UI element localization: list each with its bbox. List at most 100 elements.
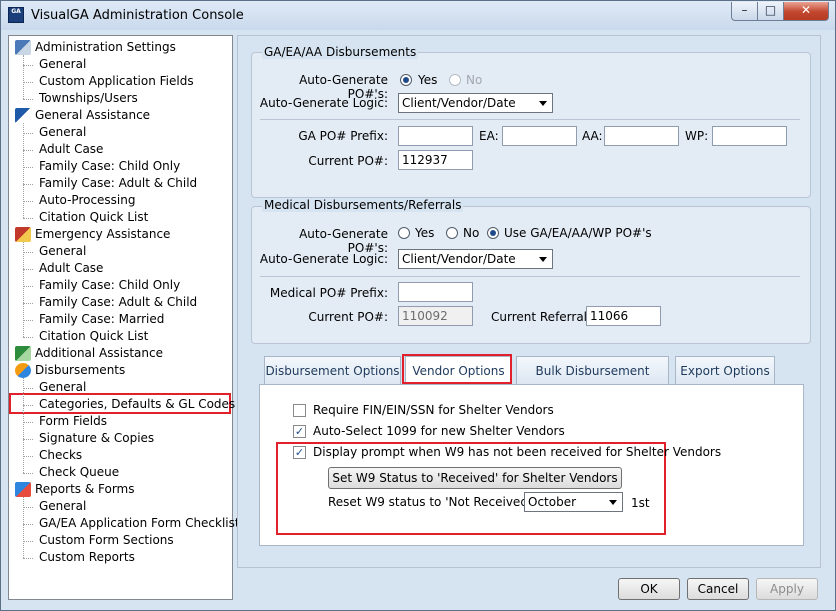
tree-item[interactable]: Family Case: Child Only [39,158,180,175]
ea-prefix-label: EA: [479,129,499,143]
tree-item[interactable]: Additional Assistance [35,345,163,362]
close-button[interactable]: ✕ [783,2,829,21]
tree-item[interactable]: Disbursements [35,362,125,379]
med-current-po-input[interactable]: 110092 [398,306,473,326]
tab-bulk-disbursement-options[interactable]: Bulk Disbursement Options [516,356,669,406]
tree-item[interactable]: Townships/Users [39,90,138,107]
aa-prefix-input[interactable] [604,126,679,146]
med-auto-po-label: Auto-Generate PO#'s: [299,227,388,255]
ga-auto-po-no-radio[interactable] [449,74,461,86]
tree-item-label: Administration Settings [35,40,176,54]
tree-item[interactable]: Adult Case [39,141,103,158]
tree-connector [23,405,33,406]
tree-item[interactable]: General [39,243,86,260]
tree-item[interactable]: GA/EA Application Form Checklist [39,515,240,532]
med-current-po-label: Current PO#: [308,310,388,324]
tree-item[interactable]: Emergency Assistance [35,226,170,243]
ok-button[interactable]: OK [618,578,680,600]
tree-item[interactable]: Form Fields [39,413,107,430]
auto-1099-checkbox[interactable]: ✓ [293,425,306,438]
med-logic-select[interactable]: Client/Vendor/Date [398,249,553,269]
ga-logic-select[interactable]: Client/Vendor/Date [398,93,553,113]
cancel-button[interactable]: Cancel [687,578,749,600]
auto-1099-label: Auto-Select 1099 for new Shelter Vendors [313,424,565,438]
tree-item-label: Additional Assistance [35,346,163,360]
tab-disbursement-options[interactable]: Disbursement Options [264,356,401,384]
maximize-button[interactable]: □ [757,2,784,21]
reset-month-select[interactable]: October [524,492,623,512]
display-prompt-label: Display prompt when W9 has not been rece… [313,445,722,459]
tree-item[interactable]: General [39,124,86,141]
tree-item[interactable]: Citation Quick List [39,209,148,226]
display-prompt-checkbox[interactable]: ✓ [293,446,306,459]
tree-item[interactable]: Reports & Forms [35,481,135,498]
tree-item[interactable]: Custom Form Sections [39,532,174,549]
tree-item[interactable]: Family Case: Adult & Child [39,175,197,192]
tree-item[interactable]: Family Case: Married [39,311,164,328]
tree-item[interactable]: General [39,56,86,73]
tree-item-label: Categories, Defaults & GL Codes [39,397,236,411]
apply-button[interactable]: Apply [756,578,818,600]
tree-connector [23,456,33,457]
tree-item[interactable]: Auto-Processing [39,192,136,209]
tree-item-label: GA/EA Application Form Checklist [39,516,240,530]
tree-item[interactable]: General [39,379,86,396]
tree-item-label: General [39,244,87,258]
tree-connector [23,286,33,287]
tree-item[interactable]: Categories, Defaults & GL Codes [39,396,235,413]
tree-item-label: Form Fields [39,414,107,428]
tree-item-label: General [39,57,87,71]
med-divider [260,276,800,277]
med-logic-value: Client/Vendor/Date [402,252,516,266]
tree-item[interactable]: Checks [39,447,82,464]
reset-month-value: October [528,495,577,509]
tree-connector [23,167,33,168]
tree-item[interactable]: Family Case: Adult & Child [39,294,197,311]
ga-prefix-label: GA PO# Prefix: [298,129,388,143]
tree-item[interactable]: Citation Quick List [39,328,148,345]
tree-item[interactable]: Custom Reports [39,549,135,566]
tree-item-label: Adult Case [39,261,104,275]
require-fin-checkbox[interactable] [293,404,306,417]
med-current-ref-label: Current Referral#: [491,310,602,324]
tree-item[interactable]: Adult Case [39,260,103,277]
tree-item-label: Family Case: Married [39,312,165,326]
tree-connector [23,422,33,423]
settings-tree[interactable]: Administration Settings General Custom App… [8,35,240,600]
tree-item-label: Family Case: Child Only [39,159,181,173]
ea-prefix-input[interactable] [502,126,577,146]
ga-prefix-input[interactable] [398,126,473,146]
set-w9-received-button[interactable]: Set W9 Status to 'Received' for Shelter … [328,467,622,489]
tree-item[interactable]: Check Queue [39,464,119,481]
med-auto-po-no-radio[interactable] [446,227,458,239]
ea-icon [15,227,31,242]
med-auto-po-yes-radio[interactable] [398,227,410,239]
minimize-button[interactable]: – [731,2,758,21]
wp-prefix-input[interactable] [712,126,787,146]
tree-connector [23,507,33,508]
tree-item-label: Custom Form Sections [39,533,174,547]
tree-item[interactable]: Administration Settings [35,39,176,56]
tree-item-label: Family Case: Adult & Child [39,295,198,309]
ga-current-po-label: Current PO#: [308,154,388,168]
tree-item-label: Custom Reports [39,550,135,564]
tree-item[interactable]: Signature & Copies [39,430,154,447]
med-prefix-input[interactable] [398,282,473,302]
tree-item[interactable]: Family Case: Child Only [39,277,180,294]
med-current-ref-input[interactable]: 11066 [586,306,661,326]
tree-item[interactable]: General [39,498,86,515]
ga-auto-po-yes-label: Yes [418,73,438,87]
tree-item[interactable]: General Assistance [35,107,150,124]
ga-current-po-input[interactable]: 112937 [398,150,473,170]
tab-export-options[interactable]: Export Options [675,356,775,384]
ga-divider [260,119,800,120]
med-use-ga-radio[interactable] [487,227,499,239]
disbursements-icon [15,363,31,378]
tree-item-label: Emergency Assistance [35,227,171,241]
reports-icon [15,482,31,497]
tree-connector [23,378,24,473]
ga-auto-po-yes-radio[interactable] [400,74,412,86]
tree-item[interactable]: Custom Application Fields [39,73,194,90]
tree-connector [23,65,33,66]
tree-connector [23,201,33,202]
